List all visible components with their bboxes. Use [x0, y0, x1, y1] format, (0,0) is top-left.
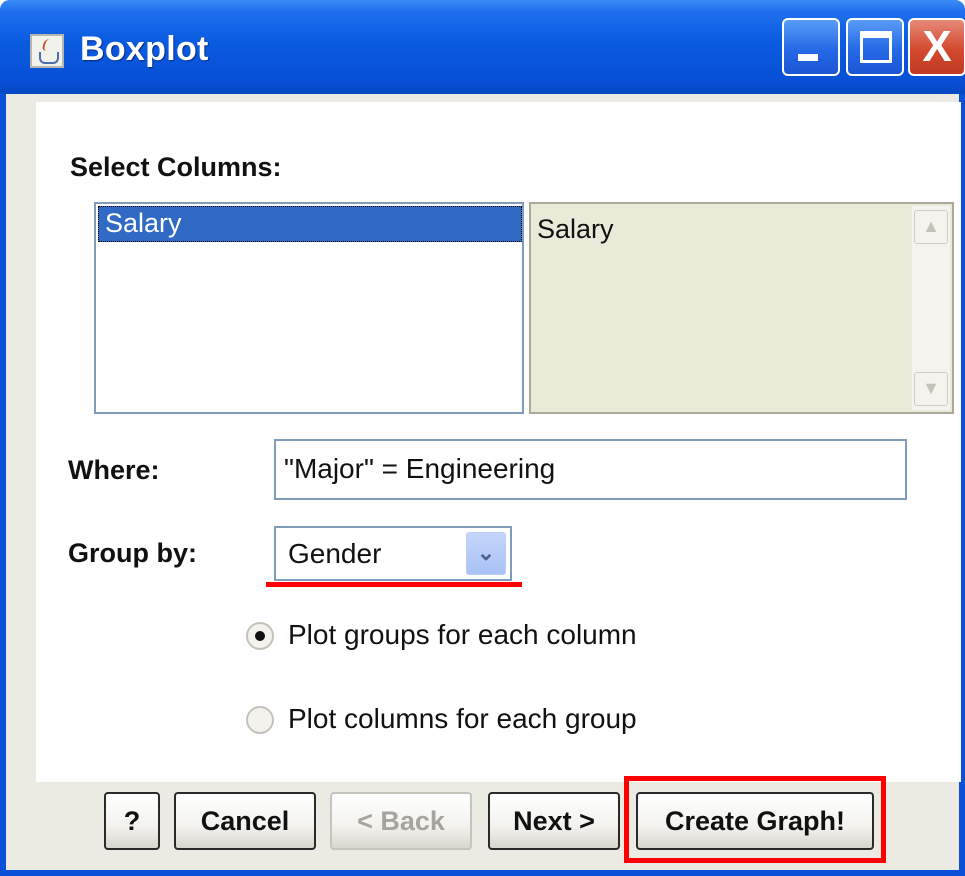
options-panel: Select Columns: Salary Salary ▲ ▼ Where:… — [36, 102, 961, 782]
next-button[interactable]: Next > — [488, 792, 620, 850]
window-title: Boxplot — [80, 30, 209, 68]
dropdown-arrow-button[interactable]: ⌄ — [466, 532, 506, 575]
plot-columns-label[interactable]: Plot columns for each group — [288, 703, 637, 735]
red-underline-annotation — [266, 582, 522, 587]
minimize-button[interactable] — [782, 18, 840, 76]
select-columns-label: Select Columns: — [70, 152, 282, 182]
back-button[interactable]: < Back — [330, 792, 472, 850]
help-button[interactable]: ? — [104, 792, 160, 850]
maximize-icon — [860, 31, 892, 63]
group-by-value: Gender — [288, 538, 382, 569]
scroll-down-button[interactable]: ▼ — [914, 372, 948, 406]
list-item[interactable]: Salary — [98, 206, 522, 242]
plot-columns-radio[interactable] — [246, 706, 274, 734]
dialog-content: Select Columns: Salary Salary ▲ ▼ Where:… — [6, 94, 961, 870]
list-item[interactable]: Salary — [537, 214, 614, 245]
title-bar[interactable]: Boxplot X — [0, 0, 965, 94]
cancel-button[interactable]: Cancel — [174, 792, 316, 850]
minimize-icon — [798, 54, 818, 61]
where-label: Where: — [68, 455, 160, 485]
plot-groups-label[interactable]: Plot groups for each column — [288, 619, 637, 651]
red-box-annotation — [624, 776, 886, 863]
close-icon: X — [922, 22, 952, 71]
group-by-select[interactable]: Gender ⌄ — [274, 526, 512, 581]
available-columns-list[interactable]: Salary — [94, 202, 524, 414]
selected-columns-list[interactable]: Salary ▲ ▼ — [529, 202, 954, 414]
vertical-scrollbar[interactable]: ▲ ▼ — [912, 206, 950, 410]
boxplot-window: Boxplot X Select Columns: Salary Salary … — [0, 0, 965, 876]
maximize-button[interactable] — [846, 18, 904, 76]
java-cup-icon — [30, 34, 64, 68]
chevron-down-icon: ⌄ — [476, 540, 496, 565]
close-button[interactable]: X — [908, 18, 965, 76]
where-input[interactable]: "Major" = Engineering — [274, 439, 907, 500]
scroll-up-button[interactable]: ▲ — [914, 210, 948, 244]
group-by-label: Group by: — [68, 538, 197, 568]
plot-groups-radio[interactable] — [246, 622, 274, 650]
